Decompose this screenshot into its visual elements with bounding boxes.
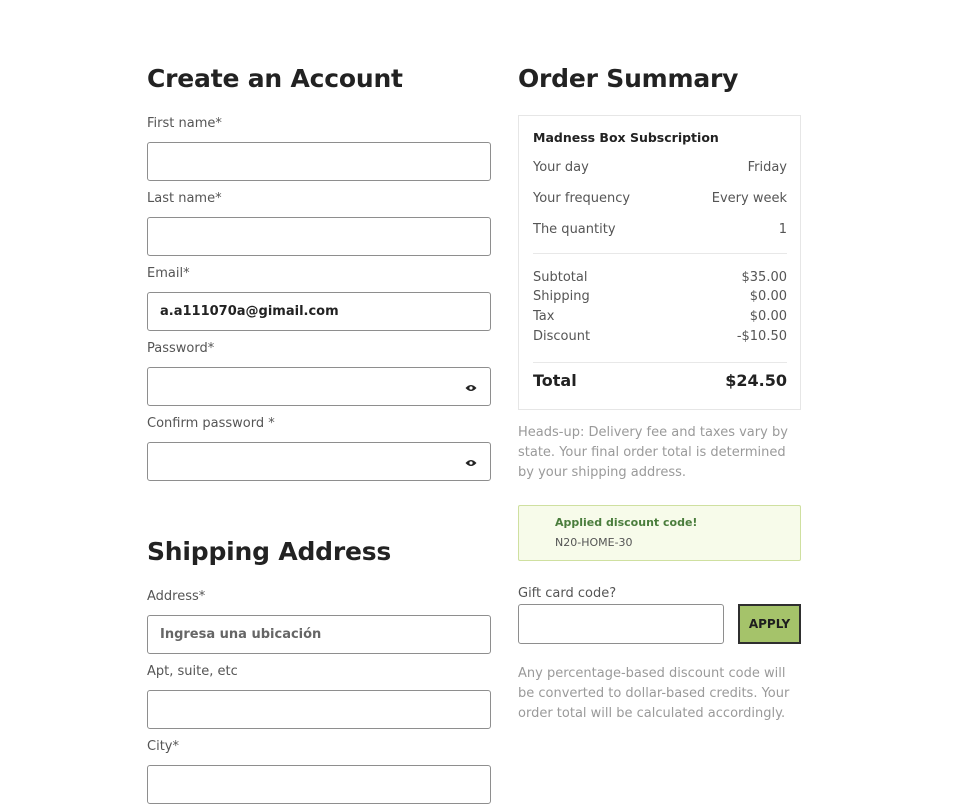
discount-conversion-note: Any percentage-based discount code will … bbox=[518, 666, 790, 721]
detail-row: The quantity 1 bbox=[533, 222, 787, 237]
apt-label: Apt, suite, etc bbox=[147, 664, 238, 679]
applied-discount-banner: Applied discount code! N20-HOME-30 bbox=[518, 505, 801, 561]
heads-up-note: Heads-up: Delivery fee and taxes vary by… bbox=[518, 425, 788, 480]
product-name: Madness Box Subscription bbox=[533, 130, 719, 145]
first-name-label: First name* bbox=[147, 116, 222, 131]
eye-icon[interactable] bbox=[465, 384, 477, 392]
total-row: Total $24.50 bbox=[533, 371, 787, 390]
total-line-value: $35.00 bbox=[741, 270, 788, 285]
total-line-value: -$10.50 bbox=[736, 329, 787, 344]
discount-row: Discount -$10.50 bbox=[533, 329, 787, 344]
city-label: City* bbox=[147, 739, 179, 754]
email-input[interactable] bbox=[147, 292, 491, 331]
email-label: Email* bbox=[147, 266, 190, 281]
shipping-address-title: Shipping Address bbox=[147, 537, 392, 566]
divider bbox=[533, 362, 787, 363]
divider bbox=[533, 253, 787, 254]
detail-row: Your frequency Every week bbox=[533, 191, 787, 206]
detail-value: Friday bbox=[747, 160, 787, 175]
last-name-input[interactable] bbox=[147, 217, 491, 256]
last-name-label: Last name* bbox=[147, 191, 222, 206]
apt-input[interactable] bbox=[147, 690, 491, 729]
total-label: Total bbox=[533, 371, 577, 390]
detail-label: The quantity bbox=[533, 222, 616, 237]
password-input[interactable] bbox=[147, 367, 491, 406]
confirm-password-label: Confirm password * bbox=[147, 416, 275, 431]
total-line-label: Shipping bbox=[533, 289, 590, 304]
order-summary-title: Order Summary bbox=[518, 64, 739, 93]
create-account-title: Create an Account bbox=[147, 64, 403, 93]
detail-label: Your frequency bbox=[533, 191, 631, 206]
detail-value: 1 bbox=[778, 222, 787, 237]
shipping-row: Shipping $0.00 bbox=[533, 289, 787, 304]
total-line-label: Tax bbox=[533, 309, 555, 324]
gift-card-input[interactable] bbox=[518, 604, 724, 644]
discount-code: N20-HOME-30 bbox=[555, 536, 633, 549]
detail-value: Every week bbox=[711, 191, 787, 206]
gift-card-label: Gift card code? bbox=[518, 586, 617, 601]
total-line-label: Discount bbox=[533, 329, 591, 344]
address-label: Address* bbox=[147, 589, 206, 604]
tax-row: Tax $0.00 bbox=[533, 309, 787, 324]
city-input[interactable] bbox=[147, 765, 491, 804]
total-line-label: Subtotal bbox=[533, 270, 588, 285]
discount-title: Applied discount code! bbox=[555, 516, 698, 529]
order-summary-card: Madness Box Subscription Your day Friday… bbox=[518, 115, 801, 410]
first-name-input[interactable] bbox=[147, 142, 491, 181]
address-input[interactable] bbox=[147, 615, 491, 654]
subtotal-row: Subtotal $35.00 bbox=[533, 270, 787, 285]
total-line-value: $0.00 bbox=[749, 289, 787, 304]
password-label: Password* bbox=[147, 341, 215, 356]
total-line-value: $0.00 bbox=[749, 309, 787, 324]
confirm-password-input[interactable] bbox=[147, 442, 491, 481]
total-value: $24.50 bbox=[725, 371, 787, 390]
eye-icon[interactable] bbox=[465, 459, 477, 467]
apply-button[interactable]: APPLY bbox=[738, 604, 801, 644]
detail-row: Your day Friday bbox=[533, 160, 787, 175]
detail-label: Your day bbox=[533, 160, 589, 175]
